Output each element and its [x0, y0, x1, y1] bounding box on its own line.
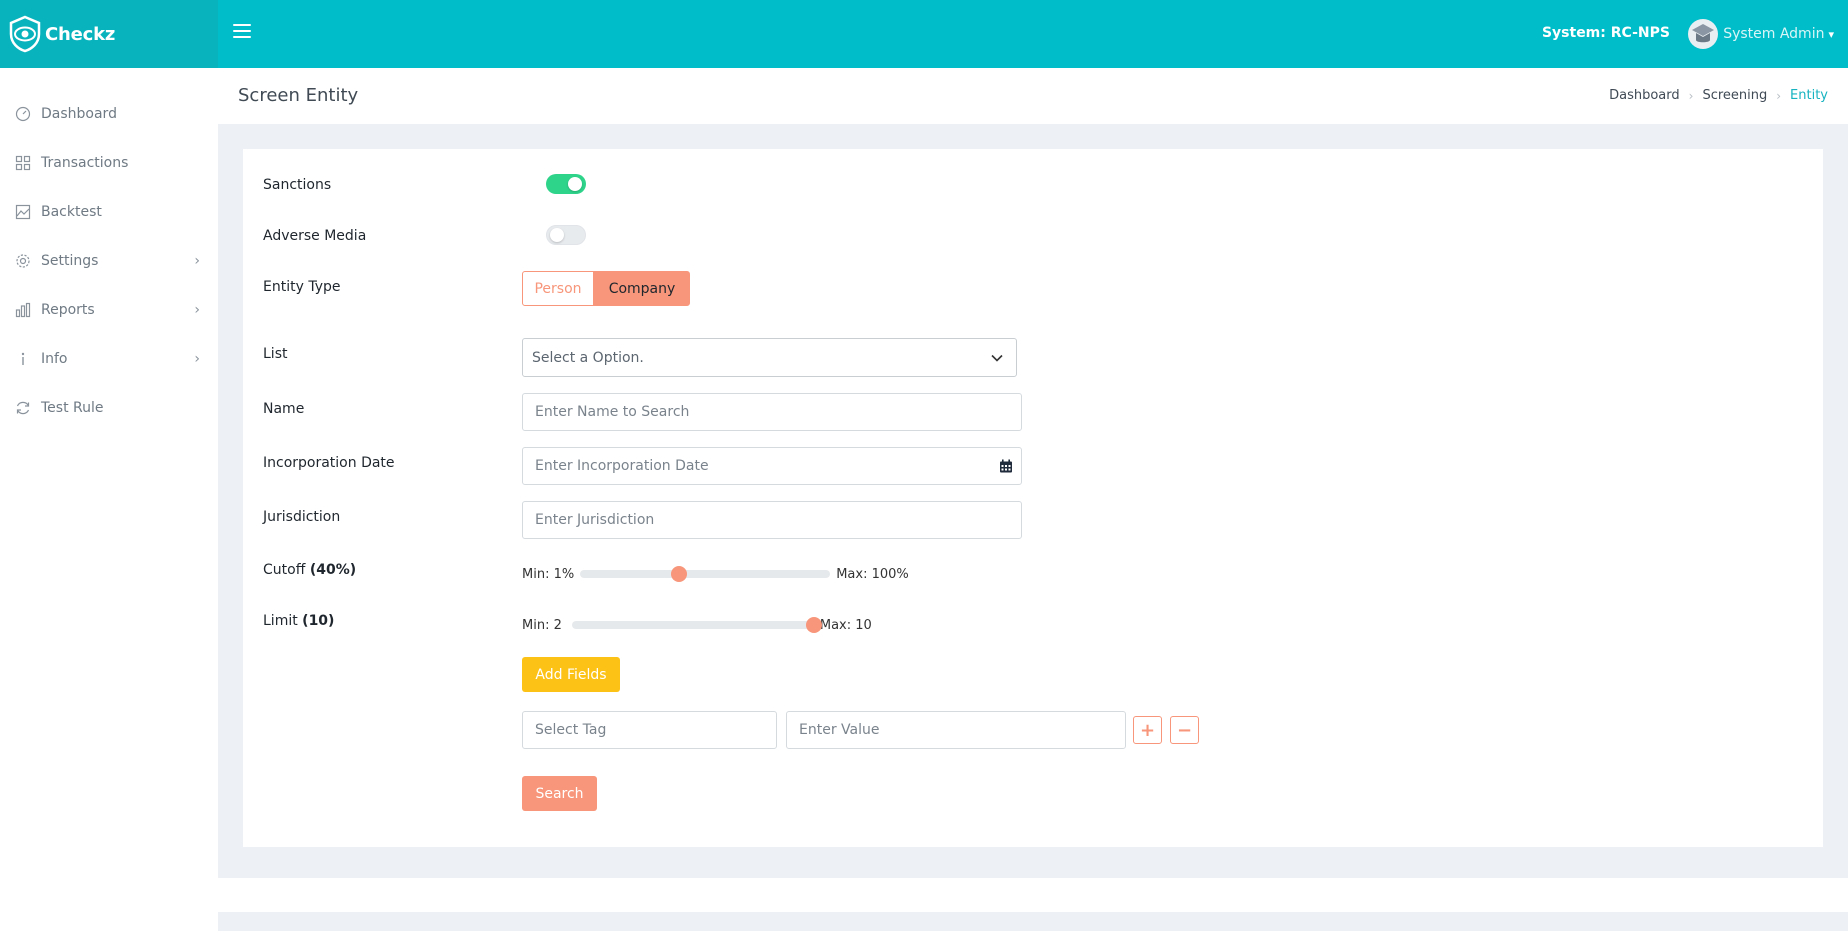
- limit-label-text: Limit: [263, 613, 298, 629]
- gear-icon: [14, 252, 32, 270]
- limit-label: Limit (10): [263, 613, 334, 629]
- minus-icon: −: [1176, 719, 1193, 741]
- list-select-value: Select a Option.: [532, 349, 644, 366]
- system-label: System: RC-NPS: [1541, 25, 1670, 41]
- entity-type-person-button[interactable]: Person: [522, 271, 594, 306]
- entity-type-company-button[interactable]: Company: [594, 271, 690, 306]
- chevron-down-icon: [991, 354, 1003, 362]
- cutoff-label-text: Cutoff: [263, 562, 306, 578]
- chevron-down-icon: ▾: [1828, 27, 1834, 41]
- cutoff-min: Min: 1%: [522, 566, 575, 582]
- plus-icon: +: [1139, 719, 1156, 741]
- breadcrumb-screening[interactable]: Screening: [1702, 88, 1767, 103]
- list-select[interactable]: Select a Option.: [522, 338, 1017, 377]
- breadcrumb-entity: Entity: [1790, 88, 1828, 103]
- sidebar-item-transactions[interactable]: Transactions: [0, 143, 218, 183]
- jurisdiction-input[interactable]: [522, 501, 1022, 539]
- cutoff-max: Max: 100%: [836, 566, 909, 582]
- cutoff-value: (40%): [309, 562, 357, 578]
- search-button[interactable]: Search: [522, 776, 597, 811]
- shield-eye-logo-icon: [9, 15, 41, 53]
- limit-max: Max: 10: [819, 617, 872, 633]
- sidebar-item-info[interactable]: Info ›: [0, 339, 218, 379]
- breadcrumb: Dashboard › Screening › Entity: [1609, 88, 1828, 103]
- page-title: Screen Entity: [238, 85, 359, 106]
- chevron-right-icon: ›: [1688, 88, 1694, 103]
- chevron-right-icon: ›: [194, 253, 200, 269]
- name-label: Name: [263, 401, 305, 417]
- screen-entity-form: Sanctions Adverse Media Entity Type Pers…: [243, 149, 1823, 847]
- entity-type-label: Entity Type: [263, 279, 341, 295]
- cutoff-slider-track[interactable]: [580, 566, 831, 582]
- list-label: List: [263, 346, 288, 362]
- add-row-button[interactable]: +: [1133, 716, 1162, 744]
- limit-slider-thumb[interactable]: [805, 617, 822, 633]
- refresh-icon: [14, 399, 32, 417]
- user-name: System Admin: [1723, 26, 1825, 42]
- limit-slider: Min: 2 Max: 10: [522, 615, 872, 635]
- avatar: [1688, 19, 1719, 49]
- cutoff-slider-thumb[interactable]: [670, 566, 687, 582]
- adverse-media-label: Adverse Media: [263, 228, 367, 244]
- top-header: Checkz System: RC-NPS System Admin ▾: [0, 0, 1848, 68]
- footer: [218, 878, 1848, 912]
- sidebar-item-dashboard[interactable]: Dashboard: [0, 94, 218, 134]
- sidebar-item-label: Settings: [41, 253, 99, 269]
- gauge-icon: [14, 105, 32, 123]
- cutoff-slider: Min: 1% Max: 100%: [522, 564, 909, 584]
- enter-value-input[interactable]: [786, 711, 1126, 749]
- limit-slider-track[interactable]: [571, 617, 822, 633]
- info-icon: [14, 350, 32, 368]
- sanctions-toggle[interactable]: [546, 174, 586, 194]
- sidebar-item-backtest[interactable]: Backtest: [0, 192, 218, 232]
- sidebar-item-settings[interactable]: Settings ›: [0, 241, 218, 281]
- cutoff-label: Cutoff (40%): [263, 562, 356, 578]
- adverse-media-toggle[interactable]: [546, 225, 586, 245]
- sidebar-item-test-rule[interactable]: Test Rule: [0, 388, 218, 428]
- limit-value: (10): [302, 613, 335, 629]
- calendar-icon[interactable]: [999, 459, 1013, 473]
- incorporation-date-label: Incorporation Date: [263, 455, 395, 471]
- bar-chart-icon: [14, 301, 32, 319]
- breadcrumb-dashboard[interactable]: Dashboard: [1609, 88, 1680, 103]
- jurisdiction-label: Jurisdiction: [263, 509, 341, 525]
- chevron-right-icon: ›: [194, 351, 200, 367]
- sanctions-label: Sanctions: [263, 177, 332, 193]
- grid-icon: [14, 154, 32, 172]
- image-chart-icon: [14, 203, 32, 221]
- chevron-right-icon: ›: [194, 302, 200, 318]
- add-fields-button[interactable]: Add Fields: [522, 657, 620, 692]
- sidebar-item-label: Info: [41, 351, 68, 367]
- brand-name: Checkz: [45, 23, 116, 45]
- user-menu[interactable]: System Admin ▾: [1687, 18, 1834, 50]
- brand[interactable]: Checkz: [0, 0, 218, 68]
- name-input[interactable]: [522, 393, 1022, 431]
- sidebar-item-label: Reports: [41, 302, 95, 318]
- menu-toggle-icon[interactable]: [233, 24, 251, 40]
- sidebar: Dashboard Transactions Backtest Settings…: [0, 68, 218, 931]
- sidebar-item-label: Test Rule: [41, 400, 104, 416]
- remove-row-button[interactable]: −: [1170, 716, 1199, 744]
- incorporation-date-input[interactable]: [522, 447, 1022, 485]
- select-tag-input[interactable]: [522, 711, 777, 749]
- chevron-right-icon: ›: [1776, 88, 1782, 103]
- limit-min: Min: 2: [522, 617, 562, 633]
- sidebar-item-label: Dashboard: [41, 106, 117, 122]
- sidebar-item-label: Transactions: [41, 155, 129, 171]
- entity-type-selector: Person Company: [522, 271, 690, 306]
- sidebar-item-label: Backtest: [41, 204, 102, 220]
- page-header: Screen Entity Dashboard › Screening › En…: [218, 68, 1848, 124]
- sidebar-item-reports[interactable]: Reports ›: [0, 290, 218, 330]
